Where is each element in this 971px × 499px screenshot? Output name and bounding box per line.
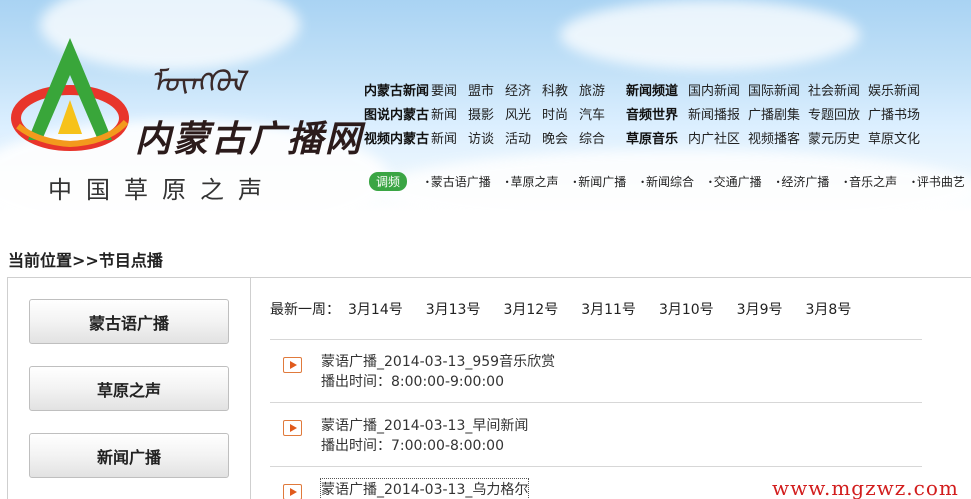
nav-category[interactable]: 视频内蒙古 — [364, 128, 431, 147]
program-title[interactable]: 蒙语广播_2014-03-13_959音乐欣赏 — [321, 351, 555, 371]
sidebar-button-grassland-voice[interactable]: 草原之声 — [29, 366, 229, 411]
channel-link[interactable]: 新闻广播 — [572, 173, 626, 190]
sidebar-button-news-radio[interactable]: 新闻广播 — [29, 433, 229, 478]
nav-link[interactable]: 视频播客 — [748, 128, 808, 147]
nav-link[interactable]: 新闻 — [431, 104, 468, 123]
program-time: 播出时间：7:00:00-8:00:00 — [321, 438, 504, 454]
play-icon[interactable] — [283, 357, 302, 373]
site-name[interactable]: 内蒙古广播网 — [135, 110, 363, 162]
nav-link[interactable]: 蒙元历史 — [808, 128, 868, 147]
date-link[interactable]: 3月10号 — [659, 299, 714, 319]
channel-link[interactable]: 音乐之声 — [843, 173, 897, 190]
nav-link[interactable]: 专题回放 — [808, 104, 868, 123]
tune-badge: 调频 — [369, 172, 408, 191]
nav-link[interactable]: 国内新闻 — [688, 80, 748, 99]
site-header: ᠮᠦᠩᠭᠦᠯ 内蒙古广播网 中国草原之声 内蒙古新闻 要闻 盟市 经济 科教 旅… — [0, 0, 971, 212]
nav-link[interactable]: 广播剧集 — [748, 104, 808, 123]
date-link[interactable]: 3月13号 — [426, 299, 481, 319]
nav-link[interactable]: 新闻 — [431, 128, 468, 147]
nav-link[interactable]: 活动 — [505, 128, 542, 147]
channel-link[interactable]: 新闻综合 — [640, 173, 694, 190]
nav-link[interactable]: 盟市 — [468, 80, 505, 99]
nav-link[interactable]: 晚会 — [542, 128, 579, 147]
mongolian-script-title: ᠮᠦᠩᠭᠦᠯ — [150, 65, 245, 100]
nav-row: 视频内蒙古 新闻 访谈 活动 晚会 综合 草原音乐 内广社区 视频播客 蒙元历史… — [364, 125, 928, 149]
program-item: 蒙语广播_2014-03-13_959音乐欣赏 播出时间：8:00:00-9:0… — [270, 339, 922, 403]
date-link[interactable]: 3月12号 — [503, 299, 558, 319]
sidebar-button-mongolian-radio[interactable]: 蒙古语广播 — [29, 299, 229, 344]
channel-link[interactable]: 经济广播 — [776, 173, 829, 190]
nav-link[interactable]: 娱乐新闻 — [868, 80, 928, 99]
breadcrumb: 当前位置>>节目点播 — [8, 251, 163, 270]
watermark: www.mgzwz.com — [772, 476, 959, 499]
play-icon[interactable] — [283, 484, 302, 499]
nav-category[interactable]: 草原音乐 — [626, 128, 688, 147]
sidebar-divider — [250, 277, 251, 499]
nav-category[interactable]: 音频世界 — [626, 104, 688, 123]
channel-link[interactable]: 蒙古语广播 — [425, 173, 491, 190]
main-nav: 内蒙古新闻 要闻 盟市 经济 科教 旅游 新闻频道 国内新闻 国际新闻 社会新闻… — [364, 77, 928, 149]
nav-category[interactable]: 图说内蒙古 — [364, 104, 431, 123]
nav-link[interactable]: 经济 — [505, 80, 542, 99]
nav-link[interactable]: 综合 — [579, 128, 616, 147]
program-title[interactable]: 蒙语广播_2014-03-13_早间新闻 — [321, 415, 528, 435]
nav-category[interactable]: 内蒙古新闻 — [364, 80, 431, 99]
date-filter-bar: 最新一周： 3月14号 3月13号 3月12号 3月11号 3月10号 3月9号… — [270, 299, 874, 319]
nav-link[interactable]: 时尚 — [542, 104, 579, 123]
nav-row: 内蒙古新闻 要闻 盟市 经济 科教 旅游 新闻频道 国内新闻 国际新闻 社会新闻… — [364, 77, 928, 101]
date-link[interactable]: 3月11号 — [581, 299, 636, 319]
site-logo-icon[interactable] — [8, 30, 138, 160]
channel-bar: 调频 蒙古语广播 草原之声 新闻广播 新闻综合 交通广播 经济广播 音乐之声 评… — [369, 172, 971, 191]
nav-link[interactable]: 新闻播报 — [688, 104, 748, 123]
nav-link[interactable]: 国际新闻 — [748, 80, 808, 99]
nav-link[interactable]: 内广社区 — [688, 128, 748, 147]
nav-link[interactable]: 广播书场 — [868, 104, 928, 123]
channel-link[interactable]: 草原之声 — [505, 173, 558, 190]
nav-row: 图说内蒙古 新闻 摄影 风光 时尚 汽车 音频世界 新闻播报 广播剧集 专题回放… — [364, 101, 928, 125]
nav-link[interactable]: 旅游 — [579, 80, 616, 99]
date-link[interactable]: 3月8号 — [806, 299, 852, 319]
channel-link[interactable]: 评书曲艺 — [911, 173, 965, 190]
program-title[interactable]: 蒙语广播_2014-03-13_乌力格尔 — [319, 478, 530, 499]
play-icon[interactable] — [283, 420, 302, 436]
nav-link[interactable]: 汽车 — [579, 104, 616, 123]
nav-link[interactable]: 访谈 — [468, 128, 505, 147]
nav-link[interactable]: 风光 — [505, 104, 542, 123]
nav-link[interactable]: 草原文化 — [868, 128, 928, 147]
program-time: 播出时间：8:00:00-9:00:00 — [321, 374, 504, 390]
date-filter-label: 最新一周： — [270, 302, 340, 318]
program-item: 蒙语广播_2014-03-13_早间新闻 播出时间：7:00:00-8:00:0… — [270, 402, 922, 466]
nav-link[interactable]: 要闻 — [431, 80, 468, 99]
nav-link[interactable]: 科教 — [542, 80, 579, 99]
site-slogan: 中国草原之声 — [48, 176, 276, 204]
date-link[interactable]: 3月14号 — [348, 299, 403, 319]
nav-link[interactable]: 摄影 — [468, 104, 505, 123]
cloud-decor — [560, 0, 860, 70]
nav-link[interactable]: 社会新闻 — [808, 80, 868, 99]
date-link[interactable]: 3月9号 — [737, 299, 783, 319]
channel-link[interactable]: 交通广播 — [708, 173, 762, 190]
nav-category[interactable]: 新闻频道 — [626, 80, 688, 99]
